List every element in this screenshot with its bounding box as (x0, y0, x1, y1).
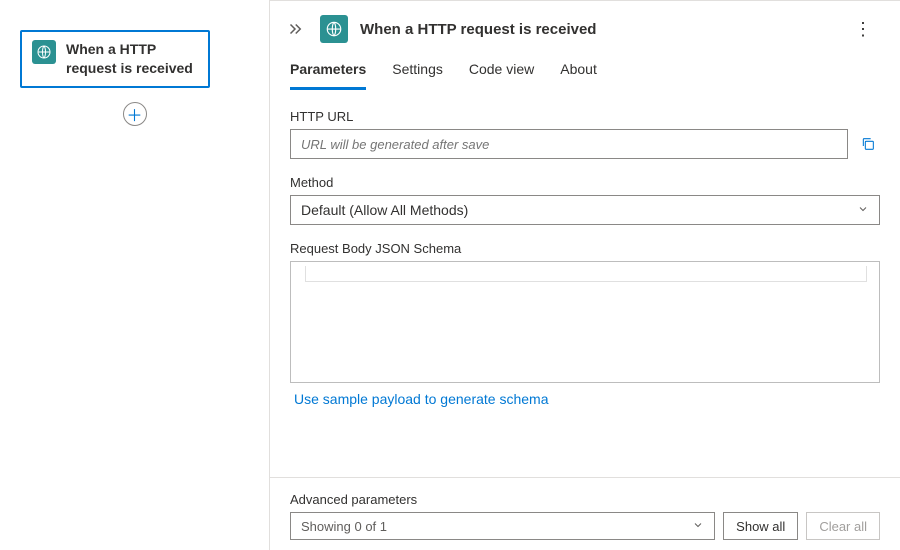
use-sample-payload-link[interactable]: Use sample payload to generate schema (290, 383, 552, 415)
tab-settings[interactable]: Settings (392, 53, 443, 90)
show-all-button[interactable]: Show all (723, 512, 798, 540)
tab-parameters[interactable]: Parameters (290, 53, 366, 90)
more-menu-button[interactable]: ⋮ (846, 16, 880, 42)
http-url-field: HTTP URL (290, 109, 880, 159)
advanced-parameters-section: Advanced parameters Showing 0 of 1 Show … (270, 477, 900, 550)
chevron-down-icon (692, 519, 704, 534)
panel-body: HTTP URL Method Default (Allow All Metho… (270, 91, 900, 477)
add-step-button[interactable]: ＋ (123, 102, 147, 126)
panel-title: When a HTTP request is received (360, 21, 834, 38)
copy-icon (860, 136, 876, 152)
trigger-node[interactable]: When a HTTP request is received (20, 30, 210, 88)
chevron-collapse-icon (286, 20, 304, 38)
http-url-input[interactable] (290, 129, 848, 159)
schema-textarea[interactable] (290, 261, 880, 383)
schema-field: Request Body JSON Schema Use sample payl… (290, 241, 880, 415)
copy-url-button[interactable] (856, 132, 880, 156)
method-field: Method Default (Allow All Methods) (290, 175, 880, 225)
schema-inner-decoration (305, 266, 867, 282)
panel-header: When a HTTP request is received ⋮ (270, 1, 900, 53)
advanced-showing-text: Showing 0 of 1 (301, 519, 387, 534)
trigger-node-title: When a HTTP request is received (66, 40, 198, 78)
method-label: Method (290, 175, 880, 190)
collapse-panel-button[interactable] (282, 16, 308, 42)
chevron-down-icon (857, 202, 869, 218)
clear-all-button: Clear all (806, 512, 880, 540)
method-select[interactable]: Default (Allow All Methods) (290, 195, 880, 225)
more-vertical-icon: ⋮ (854, 19, 872, 39)
advanced-label: Advanced parameters (290, 492, 880, 507)
panel-tabs: Parameters Settings Code view About (270, 53, 900, 91)
details-panel: When a HTTP request is received ⋮ Parame… (270, 0, 900, 550)
advanced-select[interactable]: Showing 0 of 1 (290, 512, 715, 540)
http-request-icon (32, 40, 56, 64)
method-value: Default (Allow All Methods) (301, 202, 468, 218)
tab-about[interactable]: About (560, 53, 597, 90)
http-url-label: HTTP URL (290, 109, 880, 124)
canvas-panel: When a HTTP request is received ＋ (0, 0, 270, 550)
http-request-icon (320, 15, 348, 43)
tab-code-view[interactable]: Code view (469, 53, 534, 90)
schema-label: Request Body JSON Schema (290, 241, 880, 256)
